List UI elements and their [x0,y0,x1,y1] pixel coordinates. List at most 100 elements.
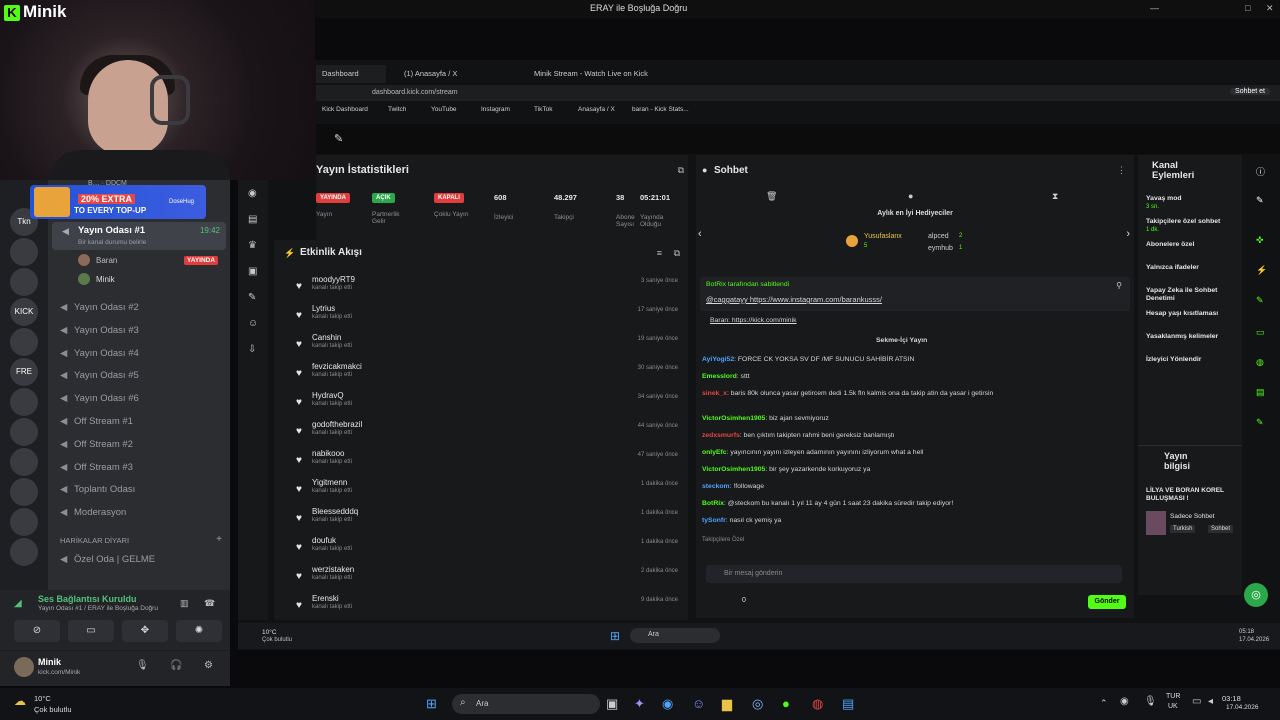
headphones-icon[interactable]: 🎧 [170,660,182,671]
pin-icon[interactable]: ✎ [334,132,343,145]
avatar[interactable] [14,657,34,677]
bookmark-tiktok[interactable]: TikTok [534,106,553,113]
more-icon[interactable]: ⋮ [1117,165,1126,176]
pinned-text[interactable]: @caggatayy https://www.instagram.com/bar… [706,295,882,304]
stats-icon[interactable]: ▤ [248,214,257,225]
active-channel[interactable]: ◀ Yayın Odası #1 19:42 Bir kanal durumu … [52,222,226,250]
bookmark-x[interactable]: Anasayfa / X [578,106,615,113]
tool-icon[interactable]: ✎ [1256,295,1264,306]
popout-icon[interactable]: ⧉ [678,165,684,176]
users-icon[interactable]: ☺ [248,318,258,329]
search-box[interactable]: ⌕ Ara [452,694,600,714]
channel-item[interactable]: ◀ Off Stream #1 [60,416,133,427]
edge-icon[interactable]: ◉ [662,696,673,712]
bolt-icon[interactable]: ⚡ [1256,265,1267,276]
server-icon[interactable] [10,538,38,566]
screen-share-button[interactable]: ▭ [68,620,114,642]
chat-username[interactable]: onlyEfc [702,449,727,456]
server-icon[interactable] [10,328,38,356]
activities-button[interactable]: ✥ [122,620,168,642]
bookmark-instagram[interactable]: Instagram [481,106,510,113]
chat-username[interactable]: Emesslord [702,373,737,380]
mic-tray-icon[interactable]: 🎙 [1144,696,1157,707]
tab-x[interactable]: (1) Anasayfa / X [398,65,508,83]
channel-item[interactable]: ◀ Moderasyon [60,507,126,518]
address-bar[interactable]: dashboard.kick.com/stream Sohbet et [316,85,1280,101]
minimize-icon[interactable]: — [1150,3,1159,13]
maximize-icon[interactable]: □ [1245,3,1250,13]
trash-icon[interactable]: 🗑 [766,191,777,202]
mic-icon[interactable]: 🎙 [136,660,149,671]
steam-icon[interactable]: ◎ [752,696,763,712]
server-icon[interactable] [10,418,38,446]
voice-user-minik[interactable]: Minik [96,275,115,284]
popout-icon[interactable]: ⧉ [674,248,680,259]
promo-banner[interactable]: 20% EXTRA TO EVERY TOP-UP DoseHug [30,185,206,219]
channel-action-item[interactable]: Yasaklanmış kelimeler [1146,333,1232,341]
bookmark-youtube[interactable]: YouTube [431,106,457,113]
category-header[interactable]: HARİKALAR DİYARI [60,536,129,545]
edit-icon[interactable]: ✎ [1256,195,1264,206]
tray-arrow-icon[interactable]: ⌃ [1100,698,1108,709]
chat-username[interactable]: BotRix [702,500,724,507]
soundboard-button[interactable]: ✺ [176,620,222,642]
profile-button[interactable]: Sohbet et [1230,88,1270,95]
server-icon[interactable] [10,448,38,476]
channel-action-item[interactable]: İzleyici Yönlendir [1146,356,1232,364]
app-icon[interactable]: ▤ [842,696,854,712]
obs-icon[interactable]: ◍ [812,696,823,712]
discord-icon[interactable]: ☺ [692,696,705,711]
tray-app-icon[interactable]: ◉ [1120,696,1129,707]
tab-dashboard[interactable]: Dashboard [316,65,386,83]
filter-icon[interactable]: ≡ [657,248,662,258]
wrench-icon[interactable]: ✎ [1256,417,1264,428]
channel-item[interactable]: ◀ Yayın Odası #5 [60,370,139,381]
lang[interactable]: TUR [1166,693,1180,700]
chat-username[interactable]: zedxsmurfs [702,432,740,439]
channel-item[interactable]: ◀ Toplantı Odası [60,484,135,495]
volume-icon[interactable]: ◂ [1208,696,1213,707]
server-icon[interactable]: FRE [10,358,38,386]
bookmark-twitch[interactable]: Twitch [388,106,406,113]
windows-icon[interactable]: ⊞ [610,629,620,643]
list-icon[interactable]: ▤ [1256,387,1265,398]
baran-message[interactable]: Baran: https://kick.com/minik [710,317,797,324]
channel-private-room[interactable]: ◀ Özel Oda | GELME [60,554,155,565]
channel-item[interactable]: ◀ Yayın Odası #2 [60,302,139,313]
send-button[interactable]: Gönder [1088,595,1126,609]
folder-icon[interactable]: ▆ [722,696,732,712]
server-icon[interactable] [10,508,38,536]
crosshair-icon[interactable]: ✜ [1256,235,1264,246]
channel-action-item[interactable]: Yapay Zeka ile Sohbet Denetimi [1146,287,1232,303]
close-icon[interactable]: ✕ [1266,3,1274,14]
channel-action-item[interactable]: Hesap yaşı kısıtlaması [1146,310,1232,318]
server-icon[interactable] [10,388,38,416]
camera-off-button[interactable]: ⊘ [14,620,60,642]
chat-username[interactable]: VictorOsimhen1905 [702,466,765,473]
channel-action-item[interactable]: Takipçilere özel sohbet 1 dk. [1146,218,1232,234]
server-icon[interactable]: KICK [10,298,38,326]
channel-action-item[interactable]: Abonelere özel [1146,241,1232,249]
tab-kick-stream[interactable]: Minik Stream - Watch Live on Kick [528,65,648,83]
chat-icon[interactable]: ▭ [1256,327,1265,338]
support-icon[interactable]: ◎ [1244,583,1268,607]
inner-search[interactable]: Ara [630,628,720,643]
gear-icon[interactable]: ⚙ [204,660,213,671]
chat-icon[interactable]: ● [908,191,913,201]
add-channel-icon[interactable]: + [216,534,222,545]
channel-item[interactable]: ◀ Yayın Odası #3 [60,325,139,336]
channel-item[interactable]: ◀ Yayın Odası #6 [60,393,139,404]
wrench-icon[interactable]: ✎ [248,292,256,303]
channel-item[interactable]: ◀ Off Stream #3 [60,462,133,473]
spotify-icon[interactable]: ● [782,696,790,711]
windows-icon[interactable]: ⊞ [426,696,437,712]
chat-username[interactable]: VictorOsimhen1905 [702,415,765,422]
next-arrow-icon[interactable]: › [1126,228,1130,240]
layout-icon[interactable]: ▣ [248,266,257,277]
disconnect-icon[interactable]: ☎ [204,598,215,609]
channel-item[interactable]: ◀ Yayın Odası #4 [60,348,139,359]
voice-user-baran[interactable]: Baran [96,256,117,265]
server-icon[interactable] [10,238,38,266]
chat-username[interactable]: steckom [702,483,730,490]
home-icon[interactable]: ◉ [248,188,257,199]
